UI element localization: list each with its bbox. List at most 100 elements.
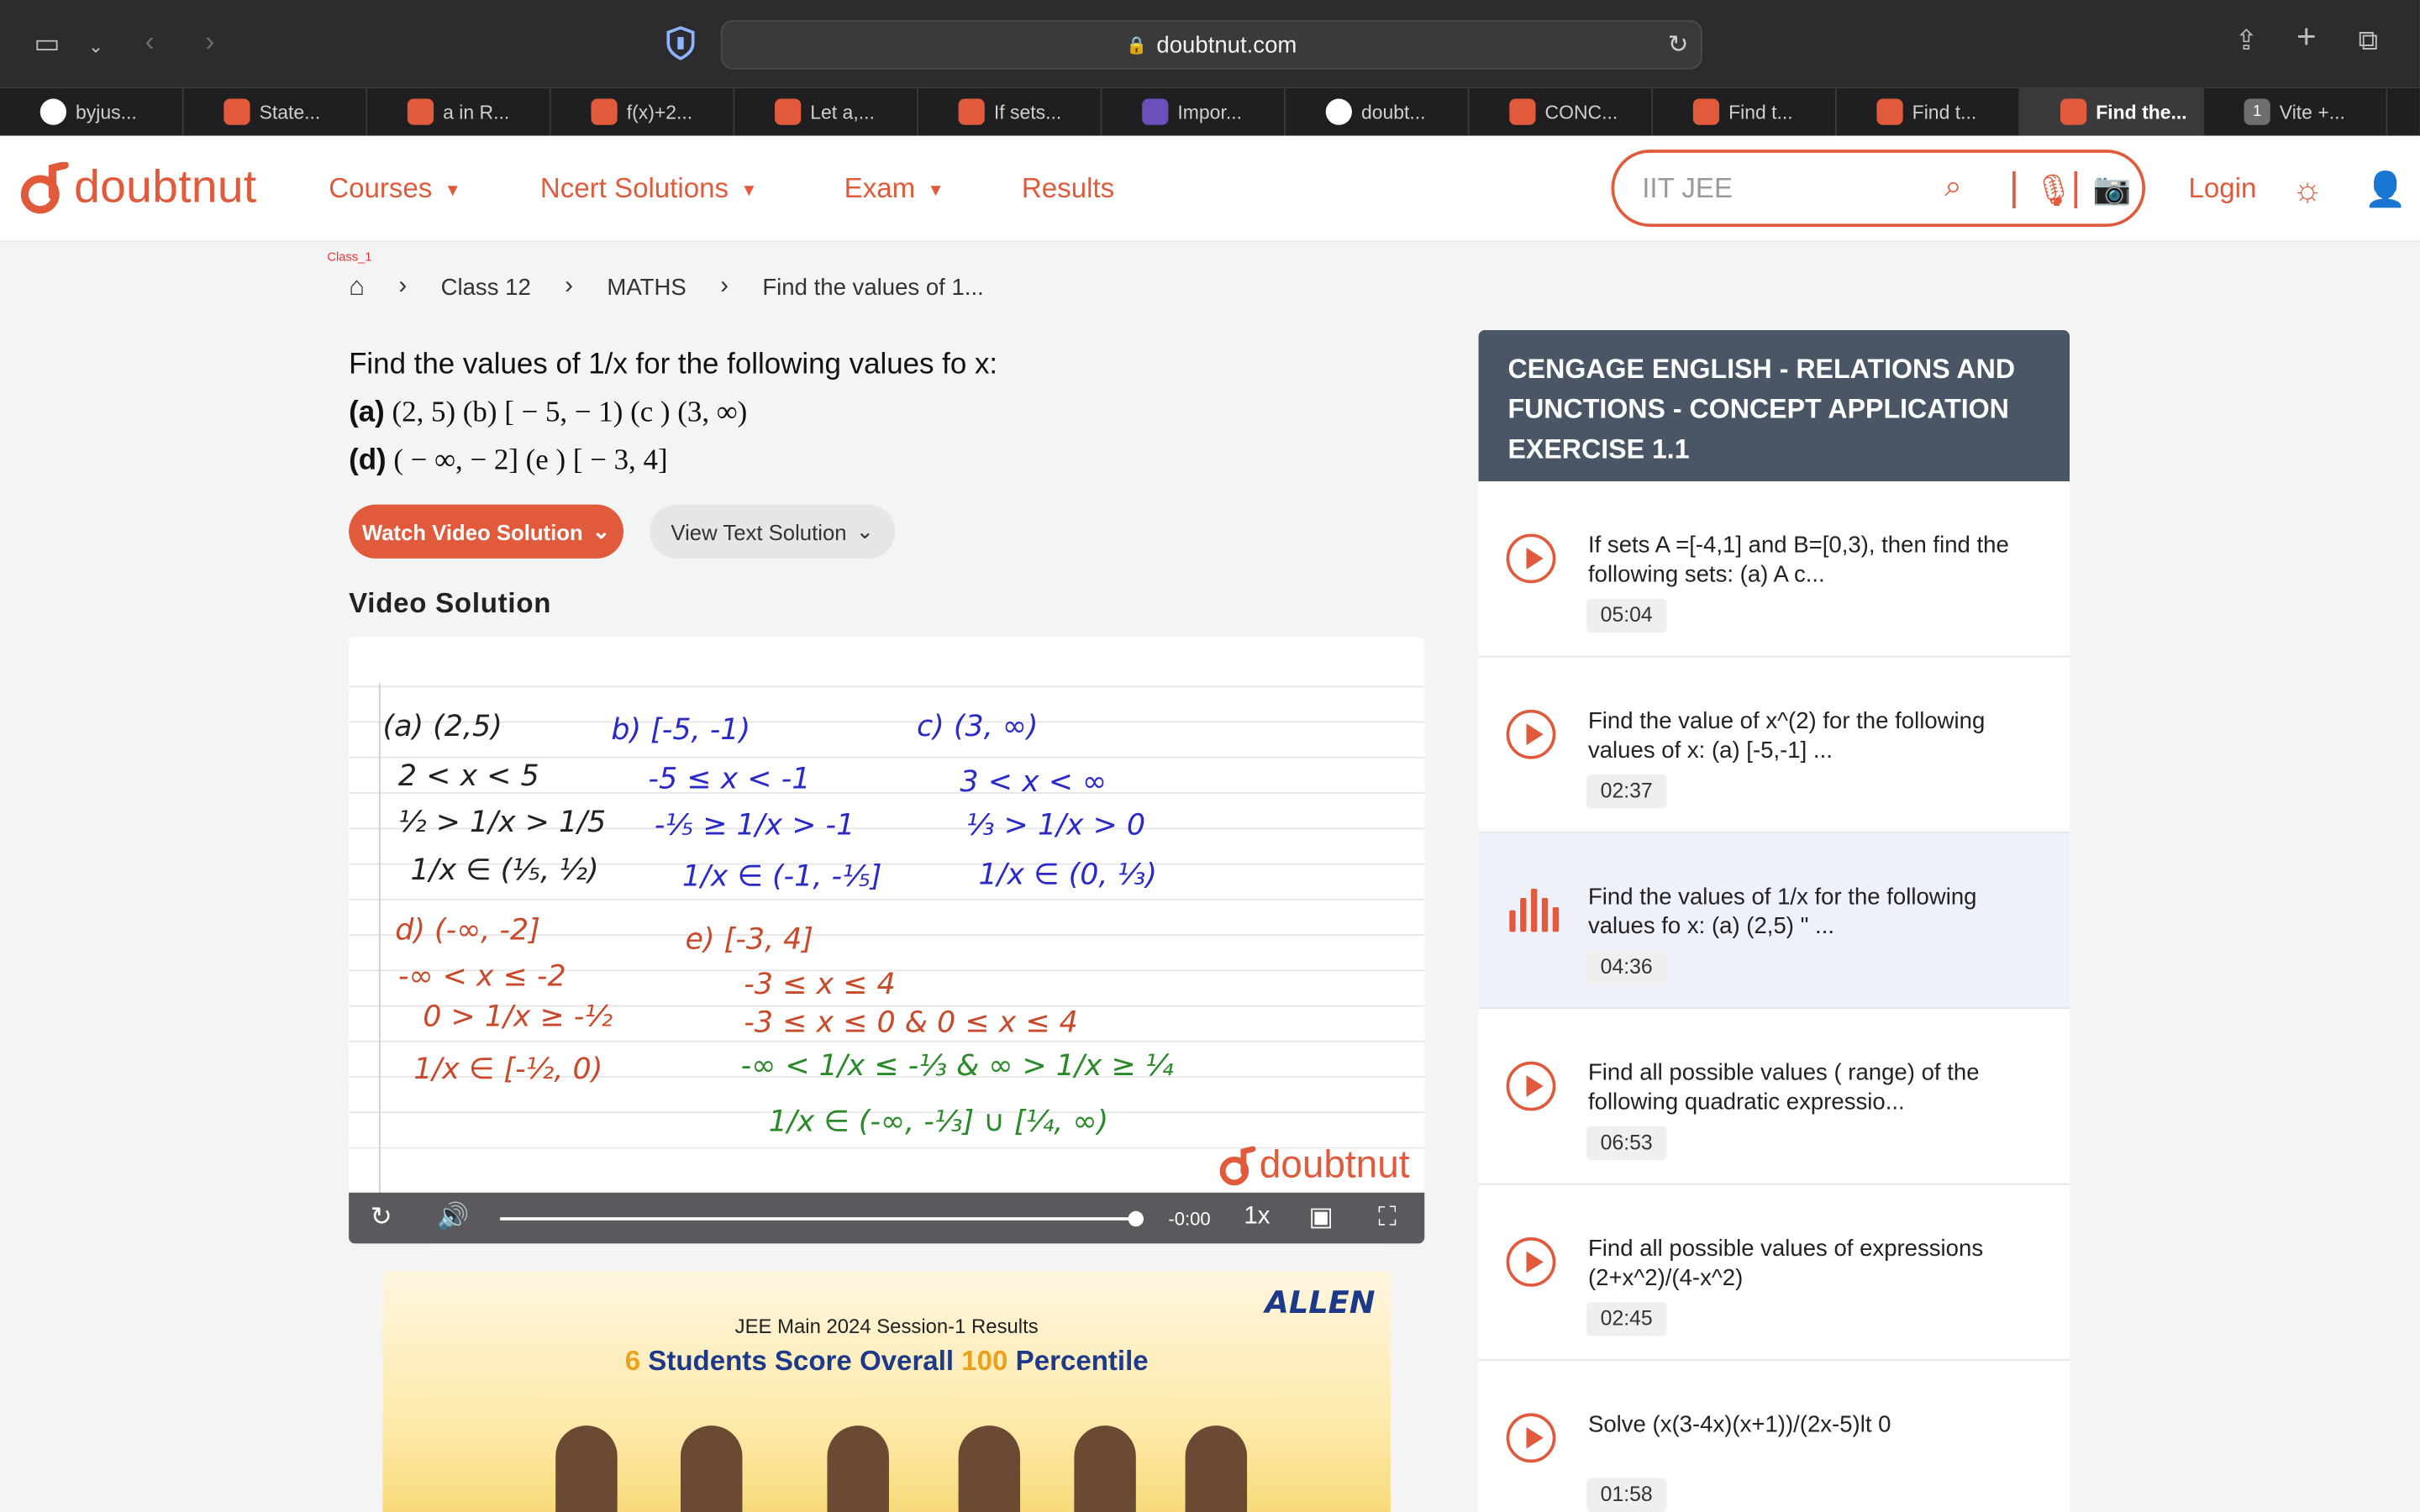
related-video-item[interactable]: Find the value of x^(2) for the followin… (1478, 657, 2070, 833)
svg-text:½ > 1/x > 1/5: ½ > 1/x > 1/5 (398, 806, 606, 839)
chevron-right-icon: › (565, 273, 573, 300)
browser-tab[interactable]: Find t... (1837, 87, 2021, 136)
related-video-title[interactable]: Find all possible values of expressions … (1588, 1234, 2044, 1293)
student-photo (1074, 1425, 1136, 1512)
play-icon[interactable] (1506, 1413, 1556, 1463)
theme-toggle-icon[interactable]: ☼ (2291, 170, 2323, 210)
lock-icon: 🔒 (1126, 36, 1148, 55)
play-icon[interactable] (1506, 1237, 1556, 1287)
back-icon[interactable]: ‹ (145, 28, 155, 55)
browser-tab[interactable]: If sets... (918, 87, 1102, 136)
replay-icon[interactable]: ↻ (371, 1202, 392, 1233)
now-playing-icon (1509, 888, 1560, 932)
nav-courses[interactable]: Courses ▾ (329, 173, 457, 206)
related-video-item[interactable]: If sets A =[-4,1] and B=[0,3), then find… (1478, 481, 2070, 658)
volume-icon[interactable]: 🔊 (437, 1202, 470, 1233)
doubtnut-logo-icon (20, 161, 69, 214)
student-photo (1185, 1425, 1248, 1512)
play-icon[interactable] (1506, 1061, 1556, 1111)
svg-text:-3 ≤ x ≤ 0 & 0 ≤ x ≤ 4: -3 ≤ x ≤ 0 & 0 ≤ x ≤ 4 (744, 1006, 1078, 1040)
privacy-shield-icon[interactable] (666, 26, 697, 60)
handwritten-solution-frame: (a) (2,5) 2 < x < 5 ½ > 1/x > 1/5 1/x ∈ … (349, 683, 1425, 1193)
doubtnut-favicon-icon (2060, 98, 2087, 125)
chevron-right-icon: › (720, 273, 729, 300)
browser-tab[interactable]: byjus... (0, 87, 184, 136)
search-bar[interactable]: IIT JEE ⌕ 🎙 📷 (1611, 150, 2146, 227)
microphone-icon[interactable]: 🎙 (2034, 171, 2074, 210)
nav-exam-label: Exam (844, 172, 916, 204)
nav-exam[interactable]: Exam ▾ (844, 173, 941, 206)
browser-tab[interactable]: Find the... (2020, 87, 2204, 136)
tab-label: a in R... (443, 101, 510, 123)
doubtnut-favicon-icon (224, 98, 250, 125)
address-bar[interactable]: 🔒 doubtnut.com ↻ (720, 19, 1702, 70)
related-video-item[interactable]: Solve (x(3-4x)(x+1))/(2x-5)lt 0 01:58 (1478, 1360, 2070, 1512)
browser-tab[interactable]: f(x)+2... (551, 87, 735, 136)
related-video-title[interactable]: Find the values of 1/x for the following… (1588, 883, 2044, 942)
related-video-title[interactable]: Solve (x(3-4x)(x+1))/(2x-5)lt 0 (1588, 1410, 2044, 1440)
svg-text:0 > 1/x ≥ -½: 0 > 1/x ≥ -½ (423, 1000, 613, 1033)
browser-tab[interactable]: Impor... (1102, 87, 1286, 136)
reload-icon[interactable]: ↻ (1668, 29, 1689, 60)
doubtnut-logo-icon (1219, 1145, 1256, 1185)
home-icon[interactable]: ⌂ (349, 271, 365, 302)
doubtnut-favicon-icon (1876, 98, 1903, 125)
user-icon[interactable]: 👤 (2365, 170, 2407, 210)
tab-overview-icon[interactable]: ⧉ (2358, 26, 2378, 54)
breadcrumb-class[interactable]: Class 12 (441, 274, 531, 300)
progress-knob[interactable] (1128, 1210, 1144, 1227)
new-tab-icon[interactable]: + (2296, 19, 2317, 53)
login-link[interactable]: Login (2188, 173, 2256, 206)
play-icon[interactable] (1506, 709, 1556, 759)
chevron-down-icon[interactable]: ⌄ (88, 33, 103, 60)
svg-text:(a) (2,5): (a) (2,5) (383, 710, 502, 743)
related-video-title[interactable]: If sets A =[-4,1] and B=[0,3), then find… (1588, 531, 2044, 590)
picture-in-picture-icon[interactable]: ▣ (1309, 1202, 1334, 1233)
camera-icon[interactable]: 📷 (2093, 170, 2132, 208)
fullscreen-icon[interactable]: ⛶ (1378, 1202, 1397, 1233)
doubtnut-logo[interactable]: doubtnut (20, 161, 257, 214)
nav-ncert-label: Ncert Solutions (539, 172, 729, 204)
related-video-title[interactable]: Find the value of x^(2) for the followin… (1588, 706, 2044, 765)
share-icon[interactable]: ⇪ (2235, 26, 2259, 54)
tab-label: If sets... (993, 101, 1062, 123)
google-favicon-icon (39, 98, 66, 125)
browser-tab[interactable]: State... (184, 87, 368, 136)
sidebar-toggle-icon[interactable]: ▭ (34, 29, 60, 57)
related-video-item[interactable]: Find all possible values of expressions … (1478, 1184, 2070, 1361)
browser-tab[interactable]: Find t... (1653, 87, 1837, 136)
play-icon[interactable] (1506, 533, 1556, 584)
advertisement-banner[interactable]: ALLEN JEE Main 2024 Session-1 Results 6 … (382, 1271, 1391, 1512)
related-video-title[interactable]: Find all possible values ( range) of the… (1588, 1058, 2044, 1117)
doubtnut-favicon-icon (407, 98, 434, 125)
nav-ncert-solutions[interactable]: Ncert Solutions ▾ (540, 173, 755, 206)
svg-text:3 < x < ∞: 3 < x < ∞ (960, 765, 1107, 799)
doubtnut-favicon-icon (958, 98, 985, 125)
browser-tab[interactable]: Let a,... (734, 87, 918, 136)
view-text-solution-button[interactable]: View Text Solution ⌄ (650, 504, 896, 559)
tab-group-count-icon: 1 (2244, 98, 2270, 125)
breadcrumb-subject[interactable]: MATHS (607, 274, 686, 300)
video-watermark: doubtnut (1219, 1143, 1410, 1188)
site-header: doubtnut Courses ▾ Ncert Solutions ▾ Exa… (0, 135, 2420, 243)
browser-tab[interactable]: CONC... (1470, 87, 1654, 136)
nav-results[interactable]: Results (1022, 173, 1114, 206)
browser-tab[interactable]: 1 Vite +... (2204, 87, 2388, 136)
search-input[interactable]: IIT JEE (1642, 173, 1733, 206)
watch-video-button[interactable]: Watch Video Solution ⌄ (349, 504, 624, 559)
doubtnut-favicon-icon (1692, 98, 1720, 125)
ad-percentile-number: 100 (961, 1345, 1008, 1377)
playback-speed-button[interactable]: 1x (1244, 1204, 1270, 1231)
browser-tab[interactable]: a in R... (367, 87, 551, 136)
progress-bar[interactable] (500, 1217, 1136, 1221)
svg-text:-∞ < 1/x ≤ -⅓ & ∞ > 1/x ≥ ¼: -∞ < 1/x ≤ -⅓ & ∞ > 1/x ≥ ¼ (741, 1049, 1174, 1083)
forward-icon[interactable]: › (205, 28, 214, 55)
related-video-item[interactable]: Find the values of 1/x for the following… (1478, 832, 2070, 1010)
browser-tab[interactable]: doubt... (1286, 87, 1470, 136)
related-video-item[interactable]: Find all possible values ( range) of the… (1478, 1009, 2070, 1185)
tab-label: Let a,... (810, 101, 875, 123)
duration-badge: 06:53 (1586, 1126, 1667, 1161)
tab-label: Impor... (1177, 101, 1242, 123)
search-icon[interactable]: ⌕ (1944, 170, 1962, 205)
nav-courses-label: Courses (329, 172, 433, 204)
